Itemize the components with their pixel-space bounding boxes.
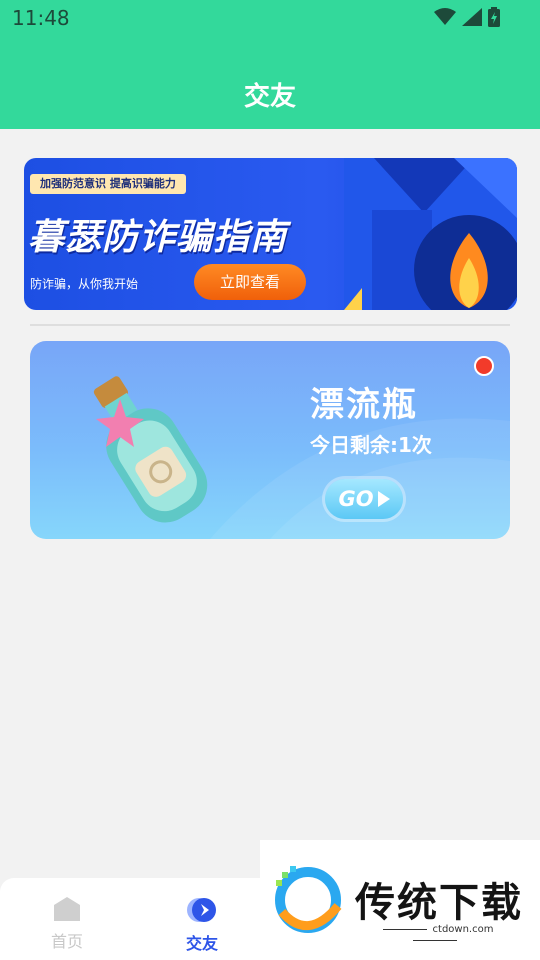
battery-icon bbox=[488, 7, 500, 27]
drift-bottle-title: 漂流瓶 bbox=[310, 385, 418, 425]
drift-bottle-card[interactable]: 漂流瓶 今日剩余:1次 GO bbox=[30, 341, 510, 539]
status-time: 11:48 bbox=[12, 6, 70, 30]
nav-label-social: 交友 bbox=[185, 934, 218, 953]
go-label: GO bbox=[338, 487, 374, 511]
status-icons bbox=[434, 7, 500, 27]
nav-item-home[interactable]: 首页 bbox=[27, 896, 107, 952]
watermark-logo bbox=[275, 866, 342, 933]
remaining-count: 今日剩余:1次 bbox=[310, 433, 432, 457]
go-button[interactable]: GO bbox=[325, 479, 403, 519]
nav-item-social[interactable]: 交友 bbox=[162, 896, 242, 954]
banner-decoration bbox=[344, 158, 517, 310]
view-now-button[interactable]: 立即查看 bbox=[194, 264, 306, 300]
notification-dot bbox=[474, 356, 494, 376]
watermark: 传统下载 ctdown.com bbox=[260, 840, 540, 960]
compass-icon bbox=[187, 898, 216, 922]
divider bbox=[30, 324, 510, 326]
banner-subtitle: 防诈骗，从你我开始 bbox=[30, 277, 139, 291]
anti-fraud-banner[interactable]: 加强防范意识 提高识骗能力 暮瑟防诈骗指南 防诈骗，从你我开始 立即查看 bbox=[24, 158, 517, 310]
nav-label-home: 首页 bbox=[50, 932, 83, 951]
signal-icon bbox=[462, 8, 482, 26]
banner-tag: 加强防范意识 提高识骗能力 bbox=[30, 174, 186, 194]
page-title: 交友 bbox=[243, 82, 296, 112]
play-arrow-icon bbox=[377, 491, 390, 507]
app-header: 11:48 交友 bbox=[0, 0, 540, 129]
wifi-icon bbox=[434, 8, 456, 25]
watermark-brand: 传统下载 bbox=[355, 880, 523, 926]
watermark-url: ctdown.com bbox=[355, 924, 515, 946]
banner-headline: 暮瑟防诈骗指南 bbox=[28, 217, 288, 258]
home-icon bbox=[54, 897, 80, 921]
bottle-icon bbox=[93, 376, 208, 523]
